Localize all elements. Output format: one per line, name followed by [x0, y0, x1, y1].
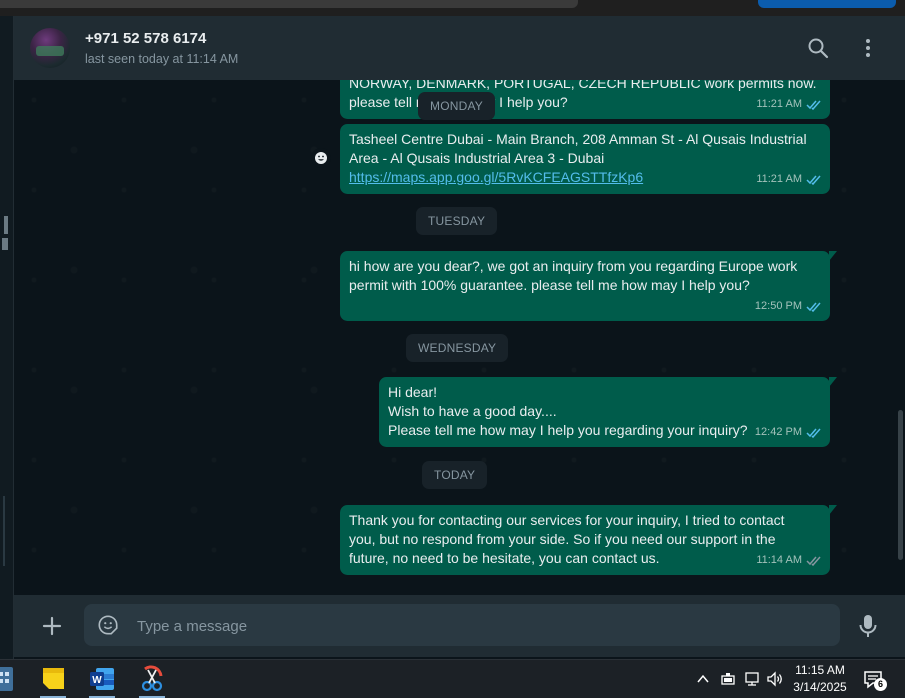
double-tick-icon: [806, 302, 821, 312]
message-time: 11:21 AM: [756, 98, 802, 110]
message-text: Wish to have a good day....: [388, 403, 557, 419]
chat-scrollbar[interactable]: [898, 410, 903, 560]
message-text: NORWAY, DENMARK, PORTUGAL, CZECH REPUBLI…: [349, 80, 817, 91]
microphone-icon[interactable]: [856, 613, 880, 639]
volume-icon[interactable]: [766, 670, 784, 688]
outgoing-message[interactable]: Thank you for contacting our services fo…: [340, 505, 837, 575]
network-icon[interactable]: [743, 670, 761, 688]
message-text: future, no need to be hesitate, you can …: [349, 550, 660, 566]
message-composer: [14, 595, 905, 657]
previous-window-edge: [0, 0, 905, 16]
message-time: 12:42 PM: [754, 426, 802, 438]
message-text: Thank you for contacting our services fo…: [349, 512, 785, 528]
sticky-notes-icon[interactable]: [38, 664, 68, 694]
message-input[interactable]: [135, 604, 829, 648]
battery-icon[interactable]: [720, 670, 736, 688]
last-seen-status: last seen today at 11:14 AM: [85, 52, 239, 66]
message-list[interactable]: NORWAY, DENMARK, PORTUGAL, CZECH REPUBLI…: [14, 80, 905, 595]
clock-date: 3/14/2025: [793, 680, 847, 694]
message-input-box[interactable]: [84, 604, 840, 648]
message-meta: 12:50 PM: [755, 297, 822, 316]
day-separator: TUESDAY: [416, 207, 498, 235]
system-clock[interactable]: 11:15 AM 3/14/2025: [789, 662, 851, 696]
avatar[interactable]: [30, 28, 70, 68]
message-text: Tasheel Centre Dubai - Main Branch, 208 …: [349, 131, 807, 147]
double-tick-icon: [806, 175, 821, 185]
message-text: permit with 100% guarantee. please tell …: [349, 277, 750, 293]
search-icon[interactable]: [806, 36, 830, 60]
window-titlebar-fragment: [0, 0, 578, 8]
outgoing-message[interactable]: NORWAY, DENMARK, PORTUGAL, CZECH REPUBLI…: [340, 80, 830, 119]
double-tick-icon: [806, 556, 821, 566]
emoji-reaction-icon[interactable]: [311, 148, 331, 168]
double-tick-icon: [806, 428, 821, 438]
calculator-icon[interactable]: [0, 664, 16, 694]
message-text: Hi dear!: [388, 384, 438, 400]
bubble-tail: [829, 505, 837, 515]
maps-link[interactable]: https://maps.app.goo.gl/5RvKCFEAGSTTfzKp…: [349, 168, 821, 187]
double-tick-icon: [806, 100, 821, 110]
scroll-marker: [3, 496, 5, 566]
outgoing-message[interactable]: hi how are you dear?, we got an inquiry …: [340, 251, 837, 321]
message-meta: 11:14 AM: [756, 551, 822, 570]
chat-header: +971 52 578 6174 last seen today at 11:1…: [14, 16, 905, 80]
day-separator: TODAY: [422, 461, 488, 489]
outgoing-message[interactable]: Tasheel Centre Dubai - Main Branch, 208 …: [340, 124, 830, 194]
message-text: hi how are you dear?, we got an inquiry …: [349, 258, 798, 274]
window-button-fragment: [758, 0, 896, 8]
scroll-marker: [2, 238, 8, 250]
menu-kebab-icon[interactable]: [856, 36, 880, 60]
notification-count-badge: 6: [874, 678, 887, 691]
message-text: Area - Al Qusais Industrial Area 3 - Dub…: [349, 150, 605, 166]
day-separator: MONDAY: [418, 92, 495, 120]
outgoing-message[interactable]: Hi dear! Wish to have a good day.... Ple…: [379, 377, 837, 447]
contact-name[interactable]: +971 52 578 6174: [85, 30, 206, 47]
sticker-icon[interactable]: [97, 614, 119, 636]
message-time: 11:14 AM: [756, 554, 802, 566]
message-time: 12:50 PM: [754, 300, 802, 312]
chevron-up-icon[interactable]: [696, 670, 710, 688]
svg-text:W: W: [92, 675, 102, 686]
plus-icon[interactable]: [40, 614, 64, 638]
left-side-panel-edge: [0, 16, 14, 659]
snipping-tool-icon[interactable]: [137, 664, 167, 694]
day-separator: WEDNESDAY: [406, 334, 509, 362]
message-time: 11:21 AM: [756, 173, 802, 185]
bubble-tail: [829, 251, 837, 261]
message-text: you, but no respond from your side. So i…: [349, 531, 776, 547]
bubble-tail: [829, 377, 837, 387]
clock-time: 11:15 AM: [795, 663, 845, 677]
message-meta: 11:21 AM: [756, 170, 822, 189]
message-meta: 11:21 AM: [756, 95, 822, 114]
message-meta: 12:42 PM: [755, 423, 822, 442]
scroll-marker: [4, 216, 8, 234]
windows-taskbar: W 11:15 AM 3/14/2025 6: [0, 659, 905, 698]
word-icon[interactable]: W: [87, 664, 117, 694]
